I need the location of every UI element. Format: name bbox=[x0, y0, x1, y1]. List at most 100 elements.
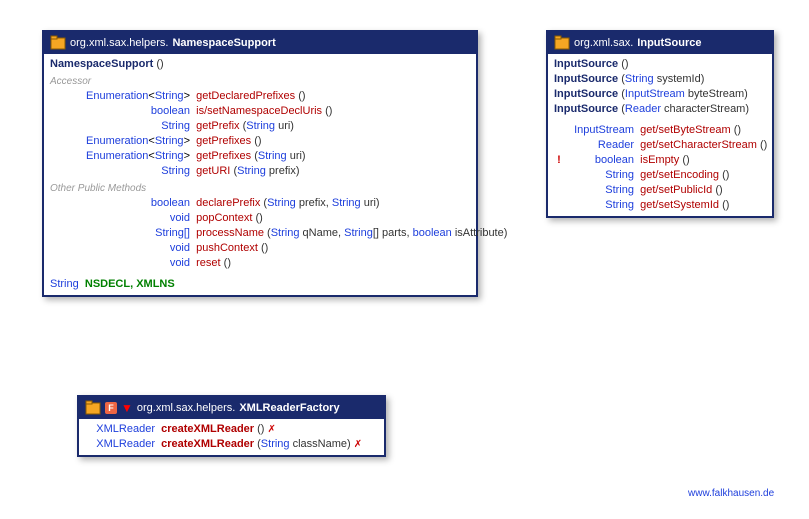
constructor-args: (String systemId) bbox=[621, 73, 704, 85]
package-name: org.xml.sax.helpers. bbox=[70, 37, 168, 49]
method-args: () bbox=[722, 199, 729, 211]
class-name: InputSource bbox=[637, 37, 701, 49]
method-name: getPrefixes bbox=[196, 135, 251, 147]
method-row: XMLReader createXMLReader () ✗ bbox=[85, 422, 378, 437]
method-name: pushContext bbox=[196, 242, 258, 254]
method-row: InputStream get/setByteStream () bbox=[554, 123, 766, 138]
method-name: popContext bbox=[196, 212, 252, 224]
constructor-name: InputSource bbox=[554, 103, 618, 115]
method-row: String getPrefix (String uri) bbox=[50, 119, 470, 134]
field-row: String NSDECL, XMLNS bbox=[50, 277, 470, 292]
method-row: Reader get/setCharacterStream () bbox=[554, 138, 766, 153]
class-header: org.xml.sax. InputSource bbox=[548, 32, 772, 54]
method-args: () bbox=[298, 90, 305, 102]
method-name: getDeclaredPrefixes bbox=[196, 90, 295, 102]
class-box-xml-reader-factory: F ▼ org.xml.sax.helpers. XMLReaderFactory… bbox=[77, 395, 386, 457]
constructor-name: InputSource bbox=[554, 88, 618, 100]
field-names: NSDECL, XMLNS bbox=[85, 278, 175, 290]
constructor-row: InputSource (Reader characterStream) bbox=[554, 102, 766, 117]
method-name: get/setEncoding bbox=[640, 169, 719, 181]
class-name: NamespaceSupport bbox=[172, 37, 275, 49]
constructor-row: InputSource () bbox=[554, 57, 766, 72]
method-row: Enumeration<String> getPrefixes (String … bbox=[50, 149, 470, 164]
method-args: () bbox=[734, 124, 741, 136]
method-args: () bbox=[254, 135, 261, 147]
method-name: createXMLReader bbox=[161, 438, 254, 450]
method-name: getPrefixes bbox=[196, 150, 251, 162]
final-badge: F bbox=[105, 402, 117, 414]
method-args: () bbox=[760, 139, 767, 151]
method-row: void reset () bbox=[50, 256, 470, 271]
method-name: get/setSystemId bbox=[640, 199, 719, 211]
method-row: void popContext () bbox=[50, 211, 470, 226]
section-other: Other Public Methods bbox=[50, 183, 470, 194]
method-args: (String uri) bbox=[243, 120, 294, 132]
method-row: boolean declarePrefix (String prefix, St… bbox=[50, 196, 470, 211]
constructor-row: InputSource (InputStream byteStream) bbox=[554, 87, 766, 102]
class-header: F ▼ org.xml.sax.helpers. XMLReaderFactory bbox=[79, 397, 384, 419]
method-name: is/setNamespaceDeclUris bbox=[196, 105, 322, 117]
deprecated-icon: ▼ bbox=[121, 402, 133, 414]
method-args: () bbox=[257, 423, 264, 435]
class-header: org.xml.sax.helpers. NamespaceSupport bbox=[44, 32, 476, 54]
method-args: (String uri) bbox=[254, 150, 305, 162]
method-name: getPrefix bbox=[196, 120, 239, 132]
method-row: String getURI (String prefix) bbox=[50, 164, 470, 179]
class-box-namespace-support: org.xml.sax.helpers. NamespaceSupport Nam… bbox=[42, 30, 478, 297]
constructor-args: () bbox=[621, 58, 628, 70]
method-args: () bbox=[722, 169, 729, 181]
package-name: org.xml.sax.helpers. bbox=[137, 402, 235, 414]
method-name: isEmpty bbox=[640, 154, 679, 166]
method-args: () bbox=[325, 105, 332, 117]
method-row: String[] processName (String qName, Stri… bbox=[50, 226, 470, 241]
method-args: () bbox=[255, 212, 262, 224]
method-name: getURI bbox=[196, 165, 230, 177]
constructor-name: InputSource bbox=[554, 58, 618, 70]
package-icon bbox=[554, 35, 570, 51]
constructor-name: InputSource bbox=[554, 73, 618, 85]
constructor-row: NamespaceSupport () bbox=[50, 57, 470, 72]
method-name: get/setPublicId bbox=[640, 184, 712, 196]
package-name: org.xml.sax. bbox=[574, 37, 633, 49]
constructor-row: InputSource (String systemId) bbox=[554, 72, 766, 87]
method-name: reset bbox=[196, 257, 220, 269]
method-args: (String prefix, String uri) bbox=[263, 197, 379, 209]
method-name: processName bbox=[196, 227, 264, 239]
method-args: () bbox=[715, 184, 722, 196]
method-row: void pushContext () bbox=[50, 241, 470, 256]
class-box-input-source: org.xml.sax.InputSource InputSource ()In… bbox=[546, 30, 774, 218]
constructor-name: NamespaceSupport bbox=[50, 58, 153, 70]
field-type: String bbox=[50, 278, 79, 290]
class-body: NamespaceSupport () Accessor Enumeration… bbox=[44, 54, 476, 295]
method-args: () bbox=[261, 242, 268, 254]
method-args: (String qName, String[] parts, boolean i… bbox=[267, 227, 507, 239]
method-args: () bbox=[682, 154, 689, 166]
class-body: XMLReader createXMLReader () ✗XMLReader … bbox=[79, 419, 384, 455]
method-args: (String className) bbox=[257, 438, 351, 450]
method-name: get/setCharacterStream bbox=[640, 139, 757, 151]
method-row: Enumeration<String> getDeclaredPrefixes … bbox=[50, 89, 470, 104]
method-row: String get/setSystemId () bbox=[554, 198, 766, 213]
method-row: String get/setEncoding () bbox=[554, 168, 766, 183]
footer-link[interactable]: www.falkhausen.de bbox=[688, 488, 774, 499]
package-icon bbox=[85, 400, 101, 416]
package-icon bbox=[50, 35, 66, 51]
constructor-args: (Reader characterStream) bbox=[621, 103, 749, 115]
deprecated-marker: ✗ bbox=[268, 424, 276, 435]
method-name: declarePrefix bbox=[196, 197, 260, 209]
method-row: Enumeration<String> getPrefixes () bbox=[50, 134, 470, 149]
method-row: String get/setPublicId () bbox=[554, 183, 766, 198]
method-args: () bbox=[224, 257, 231, 269]
constructor-args: () bbox=[156, 58, 163, 70]
method-name: createXMLReader bbox=[161, 423, 254, 435]
deprecated-marker: ✗ bbox=[354, 439, 362, 450]
method-row: boolean is/setNamespaceDeclUris () bbox=[50, 104, 470, 119]
method-args: (String prefix) bbox=[233, 165, 299, 177]
method-row: !boolean isEmpty () bbox=[554, 153, 766, 168]
section-accessor: Accessor bbox=[50, 76, 470, 87]
class-body: InputSource ()InputSource (String system… bbox=[548, 54, 772, 216]
constructor-args: (InputStream byteStream) bbox=[621, 88, 748, 100]
class-name: XMLReaderFactory bbox=[239, 402, 339, 414]
method-mark: ! bbox=[554, 153, 564, 168]
method-row: XMLReader createXMLReader (String classN… bbox=[85, 437, 378, 452]
